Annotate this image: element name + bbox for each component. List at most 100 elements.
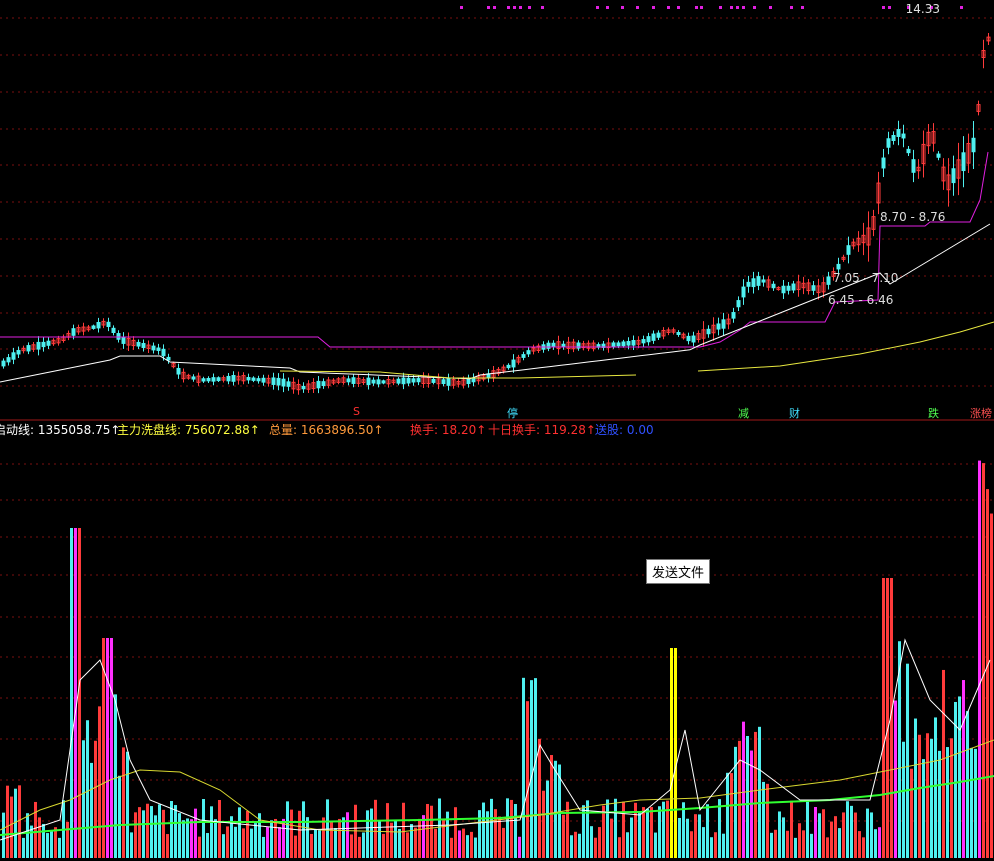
send-file-tooltip[interactable]: 发送文件 [646,559,711,584]
volume-bar [174,805,177,858]
volume-bar [306,817,309,858]
signal-dot [652,6,655,9]
candle-body [676,331,681,336]
candle-body [116,333,121,340]
volume-bar [58,837,61,858]
volume-bar [974,748,977,858]
volume-bar [266,827,269,858]
candle-body [611,342,616,348]
volume-bar [390,822,393,858]
volume-bar [334,828,337,858]
event-marker-s[interactable]: S [353,405,360,418]
volume-bar [986,489,989,858]
event-marker-reduce[interactable]: 减 [738,405,749,421]
volume-bar [554,760,557,858]
signal-dot [621,6,624,9]
volume-bar [178,813,181,858]
volume-bar [702,827,705,858]
volume-bar [858,831,861,858]
volume-bar [946,747,949,858]
candle-body [506,364,511,369]
volume-bar [658,806,661,858]
candle-body [846,245,851,255]
ma-yellow-line-1 [279,370,637,379]
candle-body [646,336,651,343]
volume-bar [26,813,29,858]
volume-bar [510,799,513,858]
volume-bar [966,711,969,858]
candle-body [251,377,256,381]
volume-bar [18,785,21,858]
candle-body [156,347,161,351]
candle-body [151,345,156,351]
volume-bar [698,814,701,858]
event-marker-fall[interactable]: 跌 [928,405,939,421]
volume-bar [146,803,149,858]
candle-body [286,381,291,387]
volume-bar [758,726,761,858]
volume-bar [834,816,837,858]
volume-bar [670,648,673,858]
volume-bar [450,837,453,858]
signal-dot [790,6,793,9]
volume-bar [114,694,117,858]
candle-body [246,377,251,381]
volume-bar [682,802,685,858]
candle-body [626,341,631,346]
event-marker-stop[interactable]: 停 [507,405,518,421]
signal-dot [596,6,599,9]
event-marker-rise-list[interactable]: 涨榜 [970,405,992,421]
candle-body [271,377,276,385]
volume-bar [254,823,257,858]
volume-bar [906,663,909,858]
volume-bar [438,798,441,858]
candle-body [616,342,621,347]
volume-bar [134,812,137,858]
volume-bar [346,812,349,858]
volume-bar [398,828,401,858]
volume-bar [10,796,13,858]
volume-bar [198,836,201,858]
volume-bar [194,808,197,858]
signal-dot [769,6,772,9]
volume-bar [478,810,481,858]
candle-body [416,378,421,383]
signal-dot [460,6,463,9]
signal-dot [719,6,722,9]
candle-body [546,342,551,349]
volume-bar [714,832,717,858]
volume-bar [794,837,797,858]
volume-bar [414,827,417,858]
candle-body [1,360,6,367]
event-marker-finance[interactable]: 财 [789,405,800,421]
volume-bar [218,799,221,858]
volume-bar [518,836,521,858]
candle-body [961,152,966,172]
volume-bar [526,701,529,858]
volume-bar [262,836,265,858]
candle-body [276,377,281,386]
volume-bar [86,720,89,858]
volume-bar [638,812,641,858]
candle-body [781,285,786,294]
range-label-2: 7.05 - 7.10 [833,271,899,285]
volume-bar [74,528,77,858]
candle-body [756,276,761,286]
volume-bar [618,837,621,858]
signal-dot [700,6,703,9]
candle-body [521,354,526,358]
volume-bar [902,741,905,858]
candle-body [621,341,626,347]
candle-body [396,378,401,384]
volume-bar [514,804,517,858]
signal-dot [541,6,544,9]
volume-bar [746,736,749,858]
volume-bar [458,830,461,858]
volume-bar [534,678,537,858]
candle-body [411,378,416,383]
volume-bar [642,807,645,858]
candle-body [911,159,916,173]
volume-bar [310,833,313,858]
candle-body [716,323,721,330]
candle-body [706,328,711,335]
